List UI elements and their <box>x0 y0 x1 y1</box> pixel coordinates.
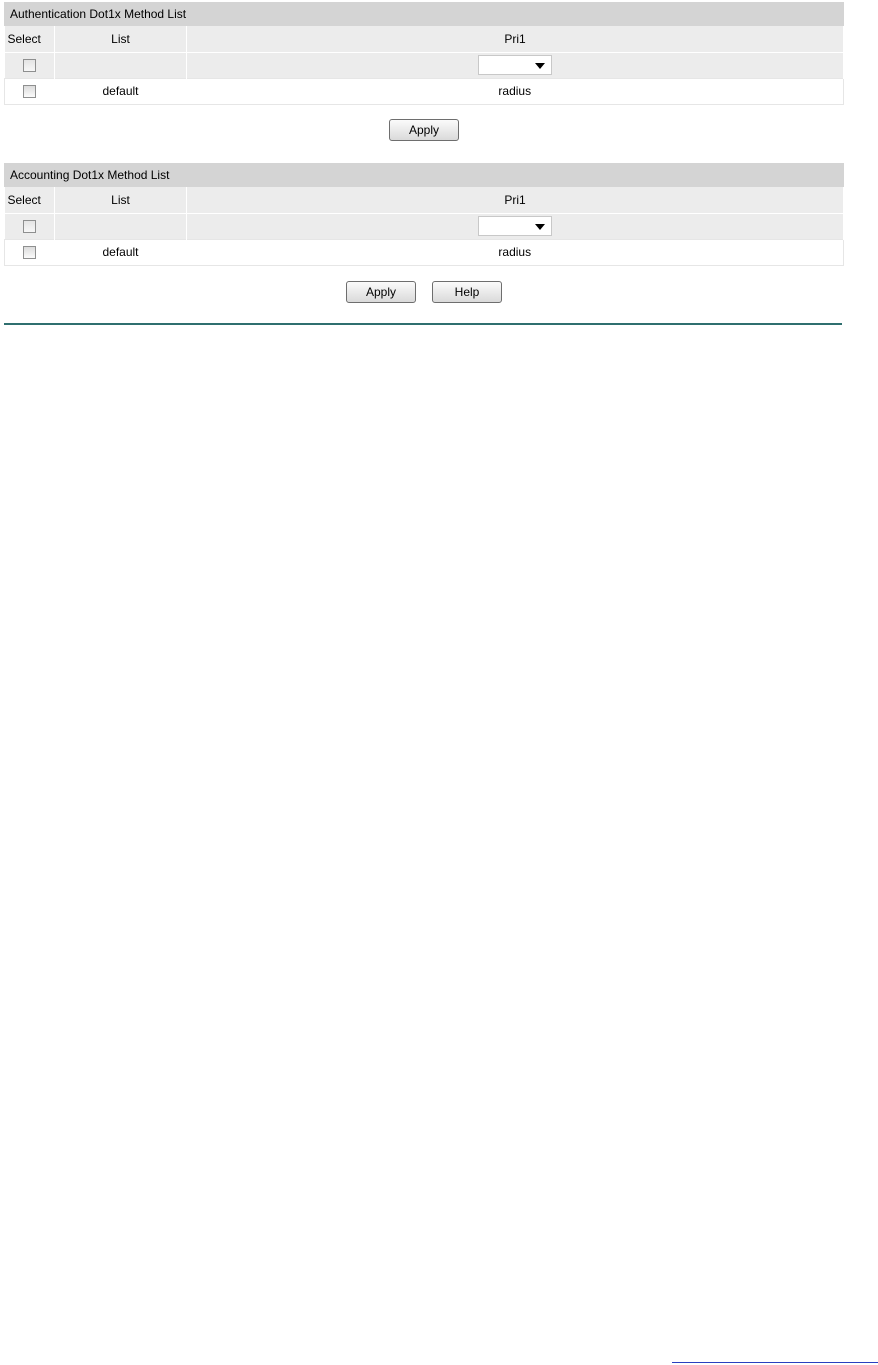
column-header-list: List <box>54 26 187 52</box>
column-header-list: List <box>54 187 187 213</box>
row-select-checkbox[interactable] <box>23 85 37 99</box>
acct-method-list-panel: Accounting Dot1x Method List Select List… <box>4 163 844 266</box>
edit-row-checkbox[interactable] <box>22 59 36 73</box>
acct-method-table: Select List Pri1 default radius <box>4 187 844 266</box>
bottom-link-underline <box>672 1362 878 1363</box>
column-header-pri1: Pri1 <box>186 26 844 52</box>
pri1-select[interactable] <box>478 55 552 75</box>
auth-method-list-panel: Authentication Dot1x Method List Select … <box>4 2 844 105</box>
column-header-select: Select <box>4 187 55 213</box>
acct-panel-title: Accounting Dot1x Method List <box>4 163 844 187</box>
edit-row <box>4 51 844 78</box>
section-divider <box>4 323 842 325</box>
chevron-down-icon <box>535 224 545 230</box>
table-row: default radius <box>4 238 844 266</box>
row-list-name: default <box>54 238 187 266</box>
edit-row-list-cell <box>54 51 187 78</box>
edit-row-list-cell <box>54 212 187 239</box>
auth-apply-button[interactable]: Apply <box>389 119 459 141</box>
row-pri1-value: radius <box>186 77 844 105</box>
pri1-select[interactable] <box>478 216 552 236</box>
table-header-row: Select List Pri1 <box>4 26 844 52</box>
edit-row-checkbox[interactable] <box>22 220 36 234</box>
acct-apply-button[interactable]: Apply <box>346 281 416 303</box>
auth-panel-title: Authentication Dot1x Method List <box>4 2 844 26</box>
row-list-name: default <box>54 77 187 105</box>
table-header-row: Select List Pri1 <box>4 187 844 213</box>
help-button[interactable]: Help <box>432 281 502 303</box>
chevron-down-icon <box>535 63 545 69</box>
row-select-checkbox[interactable] <box>23 246 37 260</box>
column-header-select: Select <box>4 26 55 52</box>
row-pri1-value: radius <box>186 238 844 266</box>
edit-row <box>4 212 844 239</box>
column-header-pri1: Pri1 <box>186 187 844 213</box>
auth-method-table: Select List Pri1 default radius <box>4 26 844 105</box>
acct-button-row: Apply Help <box>4 281 844 303</box>
auth-button-row: Apply <box>4 119 844 141</box>
table-row: default radius <box>4 77 844 105</box>
